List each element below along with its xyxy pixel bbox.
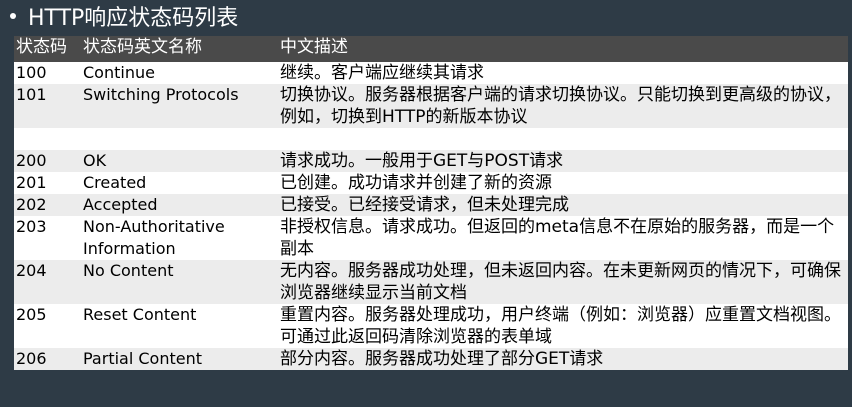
cell-code: 202	[14, 194, 81, 216]
table-row: 201 Created 已创建。成功请求并创建了新的资源	[14, 172, 848, 194]
cell-code: 205	[14, 304, 81, 348]
table-row: 202 Accepted 已接受。已经接受请求，但未处理完成	[14, 194, 848, 216]
cell-name: OK	[81, 150, 278, 172]
header-desc: 中文描述	[278, 36, 848, 62]
cell-code: 101	[14, 84, 81, 128]
status-code-table: 状态码 状态码英文名称 中文描述 100 Continue 继续。客户端应继续其…	[14, 36, 848, 370]
bullet-icon	[10, 13, 16, 19]
cell-desc: 已接受。已经接受请求，但未处理完成	[278, 194, 848, 216]
table-row: 100 Continue 继续。客户端应继续其请求	[14, 62, 848, 84]
slide-title: HTTP响应状态码列表	[10, 0, 238, 32]
cell-desc: 无内容。服务器成功处理，但未返回内容。在未更新网页的情况下，可确保浏览器继续显示…	[278, 260, 848, 304]
cell-desc: 已创建。成功请求并创建了新的资源	[278, 172, 848, 194]
cell-desc: 请求成功。一般用于GET与POST请求	[278, 150, 848, 172]
cell-desc: 切换协议。服务器根据客户端的请求切换协议。只能切换到更高级的协议，例如，切换到H…	[278, 84, 848, 128]
cell-name: Non-Authoritative Information	[81, 216, 278, 260]
cell-name: Partial Content	[81, 348, 278, 370]
cell-name: Created	[81, 172, 278, 194]
cell-name: Reset Content	[81, 304, 278, 348]
table-row: 101 Switching Protocols 切换协议。服务器根据客户端的请求…	[14, 84, 848, 128]
cell-code: 204	[14, 260, 81, 304]
cell-desc: 继续。客户端应继续其请求	[278, 62, 848, 84]
table-header-row: 状态码 状态码英文名称 中文描述	[14, 36, 848, 62]
table-row: 204 No Content 无内容。服务器成功处理，但未返回内容。在未更新网页…	[14, 260, 848, 304]
cell-code: 201	[14, 172, 81, 194]
table-spacer-row	[14, 128, 848, 150]
cell-code: 100	[14, 62, 81, 84]
table-row: 206 Partial Content 部分内容。服务器成功处理了部分GET请求	[14, 348, 848, 370]
cell-name: Switching Protocols	[81, 84, 278, 128]
table-row: 203 Non-Authoritative Information 非授权信息。…	[14, 216, 848, 260]
cell-code: 200	[14, 150, 81, 172]
header-code: 状态码	[14, 36, 81, 62]
table-row: 200 OK 请求成功。一般用于GET与POST请求	[14, 150, 848, 172]
cell-desc: 重置内容。服务器处理成功，用户终端（例如：浏览器）应重置文档视图。可通过此返回码…	[278, 304, 848, 348]
table-row: 205 Reset Content 重置内容。服务器处理成功，用户终端（例如：浏…	[14, 304, 848, 348]
cell-code: 206	[14, 348, 81, 370]
cell-desc: 部分内容。服务器成功处理了部分GET请求	[278, 348, 848, 370]
slide-title-text: HTTP响应状态码列表	[28, 6, 239, 31]
cell-code: 203	[14, 216, 81, 260]
cell-name: Continue	[81, 62, 278, 84]
cell-desc: 非授权信息。请求成功。但返回的meta信息不在原始的服务器，而是一个副本	[278, 216, 848, 260]
cell-name: Accepted	[81, 194, 278, 216]
cell-name: No Content	[81, 260, 278, 304]
header-name: 状态码英文名称	[81, 36, 278, 62]
